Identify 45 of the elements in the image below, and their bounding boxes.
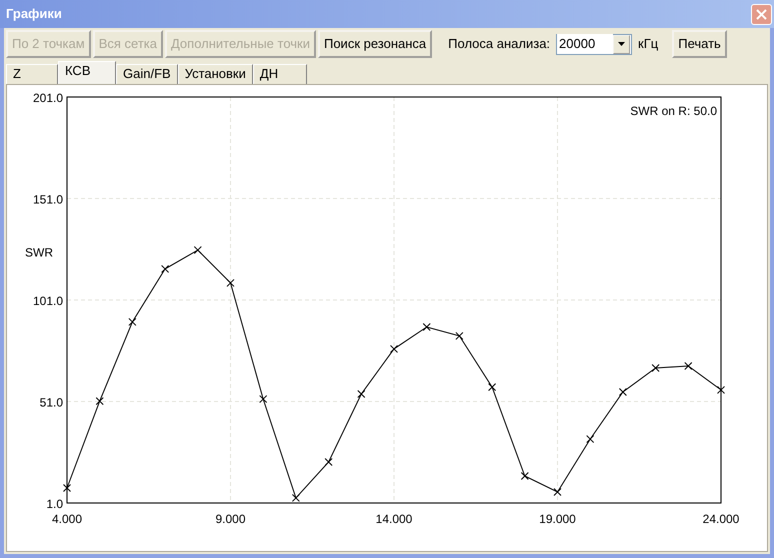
point-marker	[292, 494, 300, 502]
point-marker	[652, 364, 660, 372]
band-combobox[interactable]: 20000	[556, 34, 632, 54]
print-button[interactable]: Печать	[672, 30, 727, 58]
y-tick-label: 101.0	[32, 294, 63, 308]
tab[interactable]: Z	[6, 64, 58, 84]
toolbar-button[interactable]: Поиск резонанса	[318, 30, 432, 58]
close-icon	[755, 8, 768, 20]
y-tick-label: 51.0	[40, 396, 63, 410]
point-marker	[128, 318, 136, 326]
x-tick-label: 4.000	[52, 512, 82, 526]
point-marker	[96, 397, 104, 406]
point-marker	[390, 344, 398, 353]
point-marker	[324, 458, 333, 466]
y-tick-label: 151.0	[32, 192, 63, 206]
y-tick-label: 201.0	[32, 91, 63, 105]
band-label: Полоса анализа:	[448, 35, 550, 54]
point-marker	[520, 472, 529, 480]
point-marker	[586, 435, 594, 444]
x-tick-label: 24.000	[702, 512, 740, 526]
tab[interactable]: КСВ	[58, 61, 116, 84]
window-title: Графики	[5, 5, 62, 24]
point-marker	[161, 264, 170, 273]
x-tick-label: 14.000	[376, 512, 412, 526]
point-marker	[618, 388, 627, 396]
point-marker	[717, 386, 725, 394]
unit-label: кГц	[638, 35, 658, 54]
tab[interactable]: ДН	[252, 64, 307, 84]
point-marker	[63, 484, 71, 492]
y-tick-label: 1.0	[46, 497, 63, 511]
point-marker	[488, 383, 496, 392]
tab[interactable]: Установки	[178, 64, 253, 84]
point-marker	[226, 278, 234, 287]
point-marker	[684, 362, 692, 370]
x-tick-label: 19.000	[539, 512, 576, 526]
tab[interactable]: Gain/FB	[116, 64, 178, 84]
point-marker	[194, 246, 202, 254]
point-marker	[259, 395, 268, 404]
point-marker	[554, 488, 562, 496]
point-marker	[357, 390, 366, 398]
chart-annotation: SWR on R: 50.0	[630, 104, 717, 118]
point-marker	[422, 323, 431, 331]
point-marker	[455, 332, 464, 340]
x-tick-label: 9.000	[215, 512, 246, 526]
y-axis-label: SWR	[25, 245, 53, 260]
